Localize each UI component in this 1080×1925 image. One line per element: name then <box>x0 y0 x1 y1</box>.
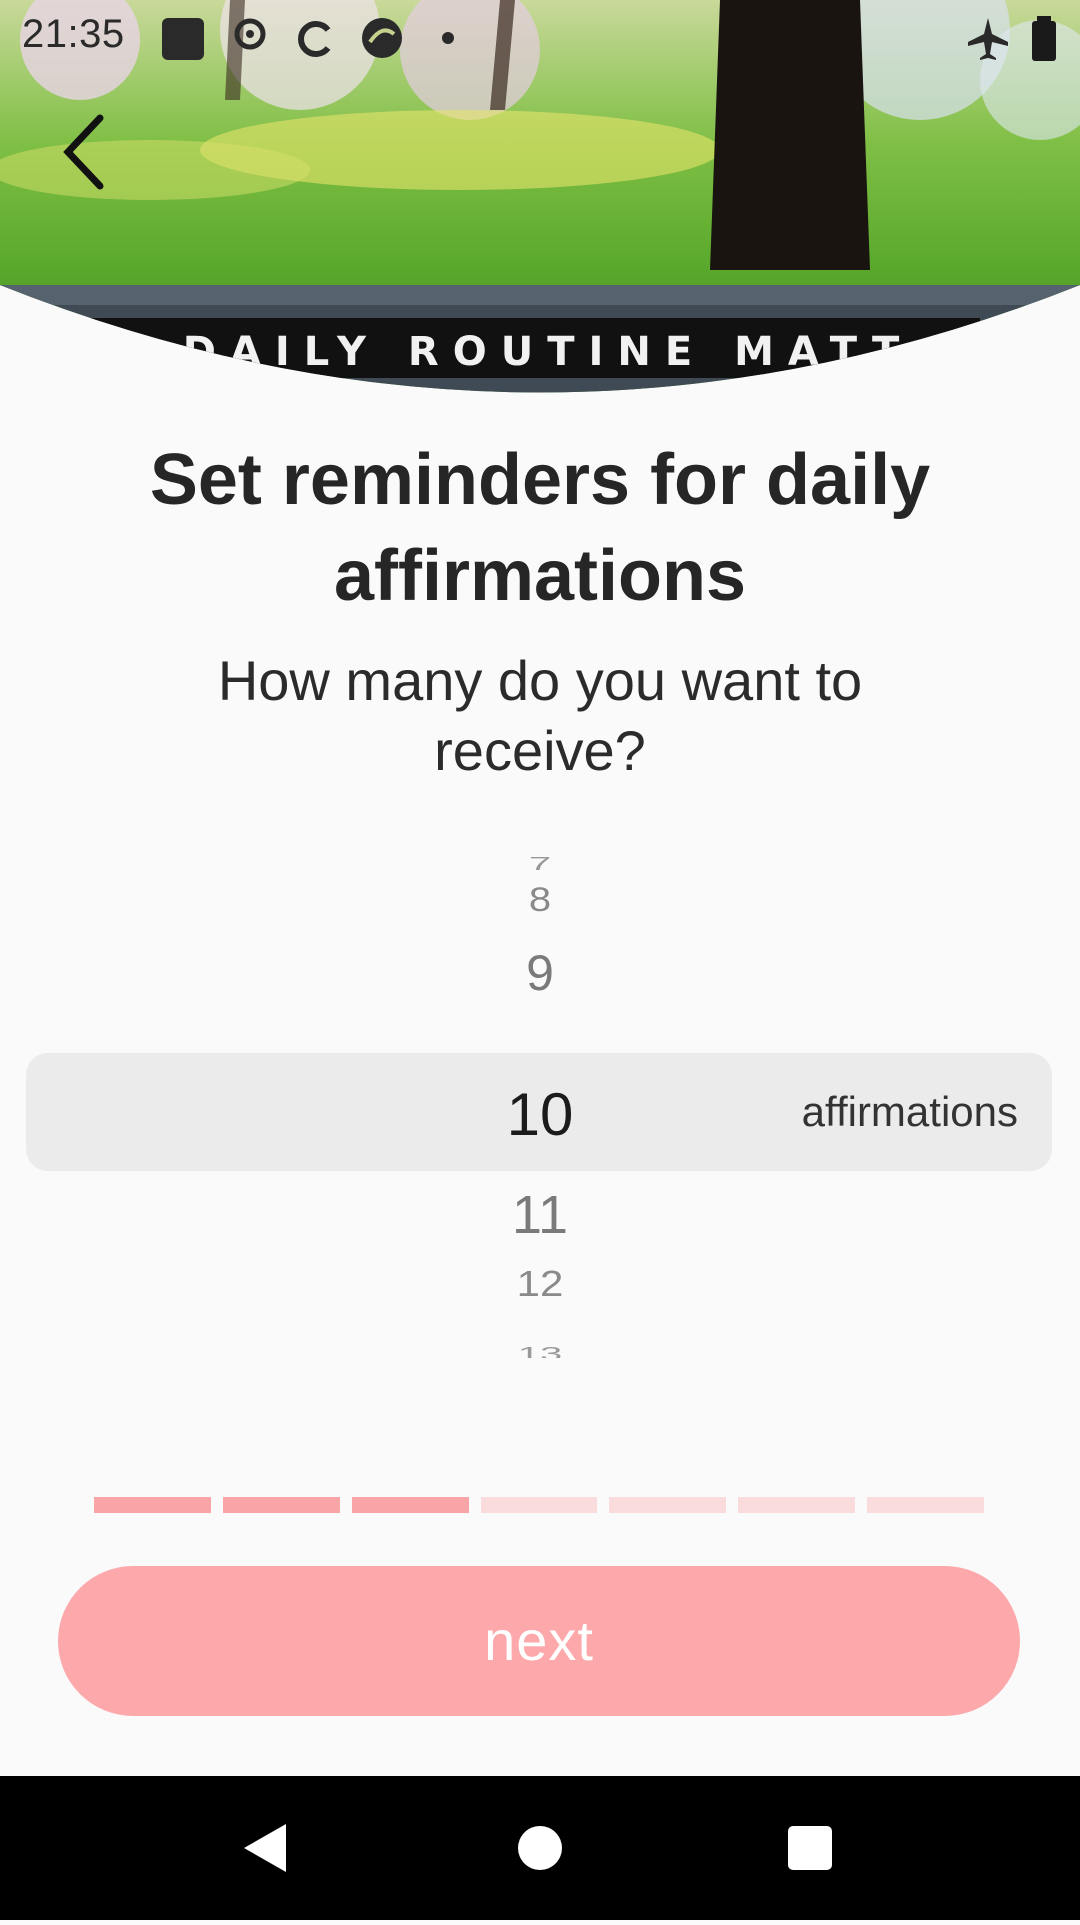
nav-recents-button[interactable] <box>750 1776 870 1920</box>
picker-item-12[interactable]: 12 <box>0 1264 1080 1305</box>
nav-back-button[interactable] <box>208 1776 328 1920</box>
picker-item-8[interactable]: 8 <box>0 881 1080 919</box>
picker-item-13[interactable]: 13 <box>0 1336 1080 1358</box>
airplane-icon <box>966 16 1010 67</box>
progress-step-2 <box>222 1497 340 1513</box>
picker-item-9[interactable]: 9 <box>0 944 1080 1002</box>
step-progress <box>94 1497 985 1513</box>
page-subtitle: How many do you want to receive? <box>217 649 863 782</box>
home-circle-icon <box>518 1826 562 1870</box>
back-triangle-icon <box>244 1824 286 1872</box>
picker-item-7[interactable]: 7 <box>0 840 1080 880</box>
app-icon <box>360 16 406 67</box>
next-button[interactable]: next <box>58 1566 1020 1716</box>
progress-step-4 <box>480 1497 598 1513</box>
progress-step-1 <box>94 1497 211 1513</box>
nav-home-button[interactable] <box>480 1776 600 1920</box>
system-nav-bar <box>0 1776 1080 1920</box>
battery-icon <box>1030 16 1058 67</box>
page-title: Set reminders for daily affirmations <box>149 440 931 616</box>
status-time: 21:35 <box>22 12 125 56</box>
progress-step-5 <box>609 1497 727 1513</box>
picker-item-11[interactable]: 11 <box>0 1184 1080 1246</box>
status-bar: 21:35 <box>0 0 1080 72</box>
location-icon <box>232 16 268 67</box>
picker-unit-label: affirmations <box>801 1088 1018 1135</box>
chevron-left-icon <box>63 114 104 190</box>
progress-step-3 <box>351 1497 469 1513</box>
number-picker[interactable]: 7 8 9 10 11 12 13 affirmations <box>0 840 1080 1360</box>
recents-square-icon <box>788 1826 832 1870</box>
square-icon <box>160 16 206 67</box>
progress-step-6 <box>738 1497 856 1513</box>
progress-step-7 <box>867 1497 985 1513</box>
back-button[interactable] <box>58 112 128 192</box>
dot-icon <box>440 30 456 51</box>
sync-icon <box>296 16 336 67</box>
header-image-letters: R DAILY ROUTINE MATT <box>110 329 913 375</box>
